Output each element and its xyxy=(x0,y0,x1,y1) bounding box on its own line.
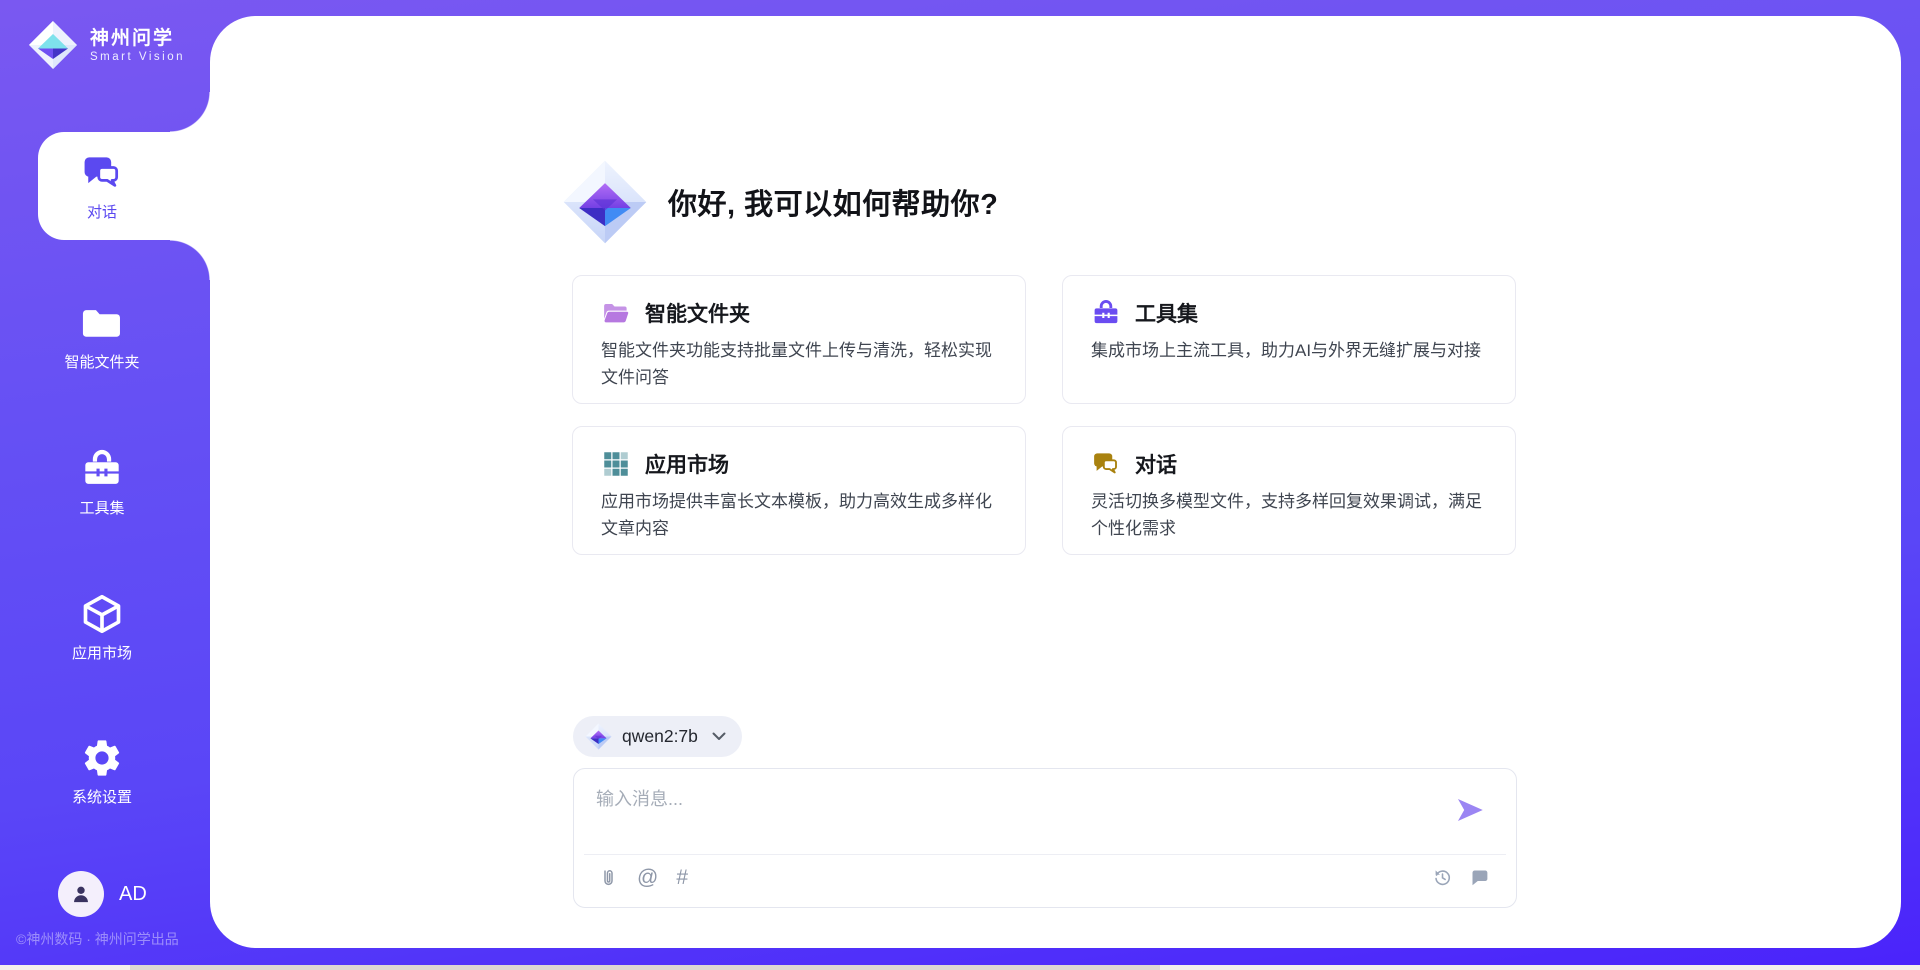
toolbox-icon xyxy=(1091,298,1121,328)
brand-logo-diamond-icon xyxy=(28,20,78,70)
sidebar-item-label: 对话 xyxy=(87,201,117,222)
card-description: 灵活切换多模型文件，支持多样回复效果调试，满足个性化需求 xyxy=(1091,488,1487,542)
cube-icon xyxy=(79,591,125,637)
sidebar: 神州问学 Smart Vision 对话 智能文件夹 工具集 应用市场 系统设置… xyxy=(0,0,210,970)
copyright-footer: ©神州数码 · 神州问学出品 xyxy=(16,929,179,949)
card-chat[interactable]: 对话 灵活切换多模型文件，支持多样回复效果调试，满足个性化需求 xyxy=(1062,426,1516,555)
toolbox-icon xyxy=(79,446,125,492)
topic-button[interactable]: # xyxy=(676,867,688,889)
person-icon xyxy=(68,881,94,907)
sidebar-item-label: 智能文件夹 xyxy=(64,351,139,372)
message-composer: @ # xyxy=(573,768,1517,908)
history-button[interactable] xyxy=(1432,867,1453,888)
brand: 神州问学 Smart Vision xyxy=(28,20,185,70)
model-selector[interactable]: qwen2:7b xyxy=(573,716,742,757)
avatar xyxy=(58,871,104,917)
sidebar-item-toolset[interactable]: 工具集 xyxy=(0,446,204,518)
composer-divider xyxy=(584,854,1506,855)
active-tab-curve-bottom xyxy=(170,240,210,280)
quick-reply-button[interactable] xyxy=(1469,867,1490,888)
card-description: 集成市场上主流工具，助力AI与外界无缝扩展与对接 xyxy=(1091,337,1487,364)
card-title: 应用市场 xyxy=(645,449,729,479)
card-toolset[interactable]: 工具集 集成市场上主流工具，助力AI与外界无缝扩展与对接 xyxy=(1062,275,1516,404)
scrollbar-thumb[interactable] xyxy=(130,965,1160,970)
message-input[interactable] xyxy=(596,785,1426,843)
logo-diamond-icon xyxy=(562,159,648,245)
paperclip-icon xyxy=(598,868,619,889)
sidebar-item-smart-folder[interactable]: 智能文件夹 xyxy=(0,300,204,372)
greeting-block: 你好, 我可以如何帮助你? xyxy=(562,159,998,245)
card-title: 智能文件夹 xyxy=(645,298,750,328)
sidebar-item-app-market[interactable]: 应用市场 xyxy=(0,591,204,663)
grid-icon xyxy=(601,449,631,479)
composer-tools-left: @ # xyxy=(598,867,688,889)
sidebar-item-label: 应用市场 xyxy=(72,642,132,663)
sidebar-item-chat[interactable]: 对话 xyxy=(38,132,210,240)
logo-diamond-icon xyxy=(585,723,612,750)
card-title: 对话 xyxy=(1135,449,1177,479)
mention-button[interactable]: @ xyxy=(637,867,658,889)
chat-bubble-icon xyxy=(1469,867,1490,888)
active-tab-curve-top xyxy=(170,92,210,132)
chat-icon xyxy=(1091,449,1121,479)
horizontal-scrollbar[interactable] xyxy=(0,965,1920,970)
card-app-market[interactable]: 应用市场 应用市场提供丰富长文本模板，助力高效生成多样化文章内容 xyxy=(572,426,1026,555)
composer-tools-right xyxy=(1432,867,1490,888)
chat-icon xyxy=(79,150,125,196)
brand-subtitle: Smart Vision xyxy=(90,51,185,63)
model-name: qwen2:7b xyxy=(622,726,698,747)
card-description: 应用市场提供丰富长文本模板，助力高效生成多样化文章内容 xyxy=(601,488,997,542)
card-smart-folder[interactable]: 智能文件夹 智能文件夹功能支持批量文件上传与清洗，轻松实现文件问答 xyxy=(572,275,1026,404)
sidebar-item-label: 系统设置 xyxy=(72,786,132,807)
user-menu[interactable]: AD xyxy=(58,871,147,917)
send-button[interactable] xyxy=(1452,793,1488,829)
main-panel: 你好, 我可以如何帮助你? 智能文件夹 智能文件夹功能支持批量文件上传与清洗，轻… xyxy=(210,16,1901,948)
attach-file-button[interactable] xyxy=(598,868,619,889)
sidebar-item-label: 工具集 xyxy=(79,497,124,518)
greeting-title: 你好, 我可以如何帮助你? xyxy=(668,181,998,223)
sidebar-item-system-settings[interactable]: 系统设置 xyxy=(0,735,204,807)
gear-icon xyxy=(79,735,125,781)
folder-open-icon xyxy=(601,298,631,328)
history-icon xyxy=(1432,867,1453,888)
send-arrow-icon xyxy=(1453,793,1487,827)
folder-icon xyxy=(79,300,125,346)
brand-name: 神州问学 xyxy=(90,27,185,51)
feature-cards: 智能文件夹 智能文件夹功能支持批量文件上传与清洗，轻松实现文件问答 工具集 集成… xyxy=(572,275,1516,555)
user-initials: AD xyxy=(119,883,147,906)
card-title: 工具集 xyxy=(1135,298,1198,328)
chevron-down-icon xyxy=(712,732,726,741)
card-description: 智能文件夹功能支持批量文件上传与清洗，轻松实现文件问答 xyxy=(601,337,997,391)
